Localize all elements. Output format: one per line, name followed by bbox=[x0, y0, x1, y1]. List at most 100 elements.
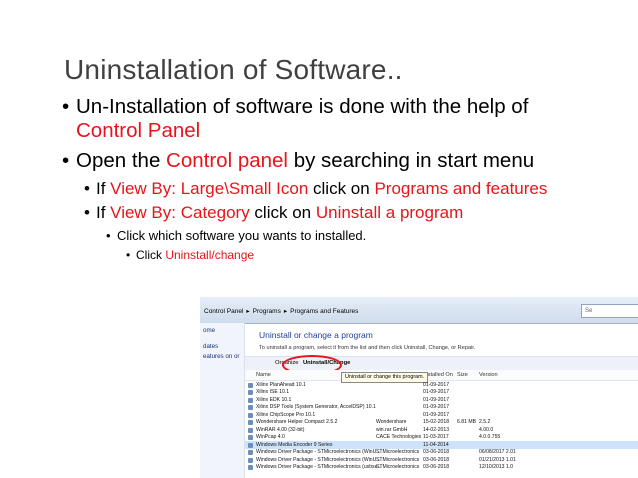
program-icon bbox=[248, 465, 253, 470]
program-installed-on: 01-09-2017 bbox=[423, 404, 450, 410]
bullet-list: Un-Installation of software is done with… bbox=[62, 95, 622, 263]
highlight-uninstall-change: Uninstall/change bbox=[165, 248, 255, 262]
highlight-view-by-icon: View By: Large\Small Icon bbox=[110, 179, 309, 198]
table-row[interactable]: Windows Driver Package - STMicroelectron… bbox=[245, 464, 638, 472]
program-publisher: Wondershare bbox=[376, 419, 407, 425]
program-installed-on: 03-06-2018 bbox=[423, 449, 450, 455]
program-icon bbox=[248, 390, 253, 395]
breadcrumb: Control Panel ▸ Programs ▸ Programs and Feat… bbox=[204, 307, 358, 315]
program-version: 4.00.0 bbox=[479, 426, 494, 433]
breadcrumb-item[interactable]: Control Panel bbox=[204, 308, 243, 315]
program-installed-on: 03-06-2018 bbox=[423, 464, 450, 470]
program-version: 2.5.2 bbox=[479, 419, 491, 425]
program-name: Xilinx ChipScope Pro 10.1 bbox=[256, 411, 316, 418]
program-installed-on: 01-09-2017 bbox=[423, 411, 450, 418]
bullet-click-software: Click which software you wants to instal… bbox=[106, 227, 622, 244]
pane-title: Uninstall or change a program bbox=[259, 330, 373, 340]
program-version: 12/10/2013 1.0 bbox=[479, 464, 513, 470]
program-icon bbox=[248, 442, 253, 448]
program-publisher: STMicroelectronics bbox=[376, 449, 420, 455]
program-installed-on: 14-02-2013 bbox=[423, 426, 450, 433]
program-name: Windows Driver Package - STMicroelectron… bbox=[256, 449, 381, 455]
program-publisher: win.rar GmbH bbox=[376, 426, 408, 433]
table-row[interactable]: Windows Driver Package - STMicroelectron… bbox=[245, 456, 638, 464]
table-row[interactable]: WinPcap 4.0 CACE Technologies 11-03-2017 4.… bbox=[245, 434, 638, 442]
table-row[interactable]: Wondershare Helper Compact 2.5.2 Wondersh… bbox=[245, 419, 638, 427]
program-name: WinPcap 4.0 bbox=[256, 434, 285, 440]
table-row[interactable]: Xilinx DSP Tools (System Generator, Acce… bbox=[245, 404, 638, 412]
program-publisher: STMicroelectronics bbox=[376, 464, 420, 470]
bullet-text: Click bbox=[136, 248, 166, 262]
chevron-right-icon: ▸ bbox=[283, 308, 288, 315]
left-pane-link[interactable]: ome bbox=[203, 327, 215, 334]
program-icon bbox=[248, 405, 253, 410]
breadcrumb-item[interactable]: Programs and Features bbox=[290, 308, 358, 315]
program-version: 4.0.0.755 bbox=[479, 434, 501, 440]
table-row[interactable]: Windows Driver Package - STMicroelectron… bbox=[245, 449, 638, 457]
highlight-control-panel: Control panel bbox=[166, 149, 288, 172]
bullet-view-by-category: If View By: Category click on Uninstall … bbox=[84, 203, 622, 223]
program-icon bbox=[248, 397, 253, 403]
program-name: Xilinx EDK 10.1 bbox=[256, 396, 292, 403]
program-list: Xilinx PlanAhead 10.1 01-09-2017 Xilinx IS… bbox=[245, 381, 638, 471]
bullet-click-uninstall: Click Uninstall/change bbox=[126, 247, 622, 263]
program-installed-on: 03-06-2018 bbox=[423, 456, 450, 463]
bullet-text: by searching in start menu bbox=[288, 149, 535, 172]
program-installed-on: 15-02-2018 bbox=[423, 419, 450, 425]
address-bar: Control Panel ▸ Programs ▸ Programs and Feat… bbox=[200, 297, 638, 324]
program-name: Windows Driver Package - STMicroelectron… bbox=[256, 464, 382, 470]
left-pane-link[interactable]: eatures on or bbox=[203, 353, 239, 360]
program-name: Xilinx PlanAhead 10.1 bbox=[256, 381, 306, 388]
table-row[interactable]: Xilinx PlanAhead 10.1 01-09-2017 bbox=[245, 381, 638, 389]
program-icon bbox=[248, 427, 253, 433]
left-pane: ome dates eatures on or bbox=[200, 323, 245, 478]
program-publisher: STMicroelectronics bbox=[376, 456, 420, 463]
table-row[interactable]: Xilinx EDK 10.1 01-09-2017 bbox=[245, 396, 638, 404]
program-icon bbox=[248, 420, 253, 425]
program-publisher: CACE Technologies bbox=[376, 434, 422, 440]
search-input[interactable]: Se bbox=[581, 304, 638, 318]
program-name: Windows Media Encoder 9 Series bbox=[256, 441, 333, 448]
program-version: 06/08/2017 2.01 bbox=[479, 449, 516, 455]
program-name: Xilinx DSP Tools (System Generator, Acce… bbox=[256, 404, 376, 410]
highlight-view-by-category: View By: Category bbox=[110, 203, 250, 222]
program-icon bbox=[248, 435, 253, 440]
column-header-name[interactable]: Name bbox=[256, 372, 271, 378]
bullet-uninstall-intro: Un-Installation of software is done with… bbox=[62, 95, 622, 143]
bullet-open-control-panel: Open the Control panel by searching in s… bbox=[62, 149, 622, 173]
slide-title: Uninstallation of Software.. bbox=[64, 54, 403, 85]
pane-description: To uninstall a program, select it from t… bbox=[259, 345, 476, 351]
bullet-view-by-icon: If View By: Large\Small Icon click on Pr… bbox=[84, 179, 622, 199]
bullet-text: Un-Installation of software is done with… bbox=[76, 95, 529, 118]
program-icon bbox=[248, 450, 253, 455]
table-row[interactable]: Windows Media Encoder 9 Series 11-04-2014 bbox=[245, 441, 638, 449]
highlight-programs-features: Programs and features bbox=[374, 179, 548, 198]
program-name: Xilinx ISE 10.1 bbox=[256, 389, 290, 395]
program-installed-on: 01-09-2017 bbox=[423, 389, 450, 395]
bullet-text: click on bbox=[249, 203, 316, 222]
program-version: 01/21/2013 1.01 bbox=[479, 456, 516, 463]
highlight-uninstall-program: Uninstall a program bbox=[315, 203, 464, 222]
program-installed-on: 01-09-2017 bbox=[423, 396, 450, 403]
program-name: Wondershare Helper Compact 2.5.2 bbox=[256, 419, 338, 425]
bullet-text: click on bbox=[308, 179, 375, 198]
program-icon bbox=[248, 382, 253, 388]
bullet-text: If bbox=[96, 203, 111, 222]
breadcrumb-item[interactable]: Programs bbox=[253, 308, 281, 315]
program-name: WinRAR 4.00 (32-bit) bbox=[256, 426, 305, 433]
program-icon bbox=[248, 412, 253, 418]
left-pane-link[interactable]: dates bbox=[203, 343, 218, 350]
program-name: Windows Driver Package - STMicroelectron… bbox=[256, 456, 381, 463]
column-header-version[interactable]: Version bbox=[479, 372, 498, 378]
bullet-text: Open the bbox=[76, 149, 167, 172]
table-row[interactable]: Xilinx ChipScope Pro 10.1 01-09-2017 bbox=[245, 411, 638, 419]
column-header-size[interactable]: Size bbox=[457, 372, 468, 378]
table-row[interactable]: Xilinx ISE 10.1 01-09-2017 bbox=[245, 389, 638, 397]
table-row[interactable]: WinRAR 4.00 (32-bit) win.rar GmbH 14-02-20… bbox=[245, 426, 638, 434]
program-installed-on: 01-09-2017 bbox=[423, 381, 450, 388]
program-installed-on: 11-03-2017 bbox=[423, 434, 449, 440]
highlight-control-panel: Control Panel bbox=[76, 119, 201, 142]
programs-list-pane: Uninstall or change a program To uninsta… bbox=[245, 323, 638, 478]
program-size: 6.81 MB bbox=[457, 419, 476, 425]
chevron-right-icon: ▸ bbox=[246, 308, 250, 315]
